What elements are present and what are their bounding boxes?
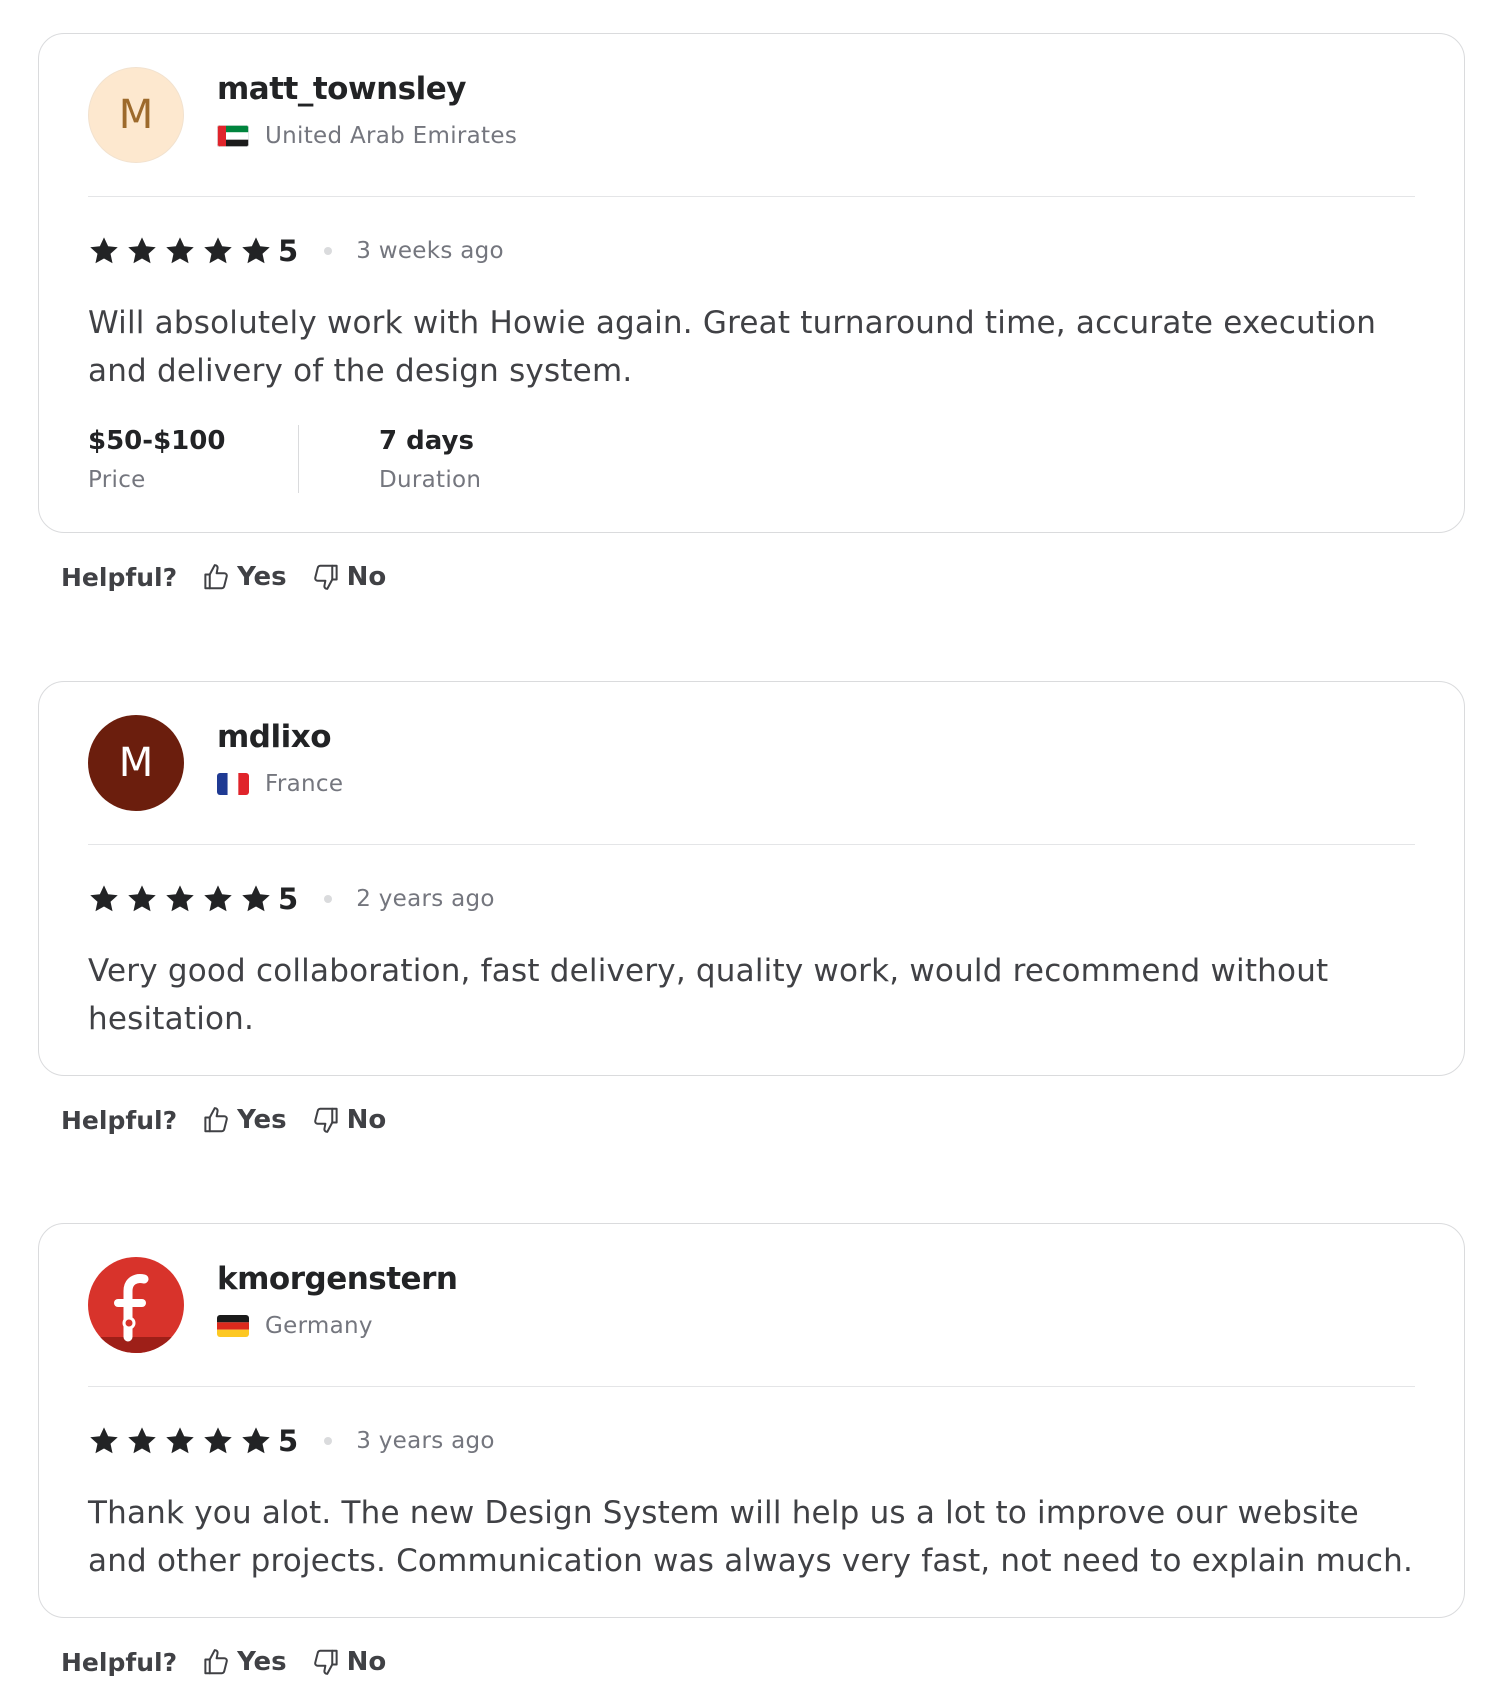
username[interactable]: kmorgenstern	[217, 1260, 458, 1298]
country-row: Germany	[217, 1313, 457, 1339]
star-icon	[128, 885, 156, 912]
rating-row: 5 3 weeks ago	[88, 231, 1415, 271]
yes-label: Yes	[237, 1647, 287, 1677]
star-icon	[166, 885, 194, 912]
helpful-no-button[interactable]: No	[311, 1647, 387, 1677]
helpful-label: Helpful?	[61, 1647, 178, 1677]
separator-dot	[324, 1437, 333, 1445]
country-name: France	[265, 771, 344, 797]
country-row: France	[217, 771, 343, 797]
thumbs-up-icon	[204, 564, 228, 590]
helpful-yes-button[interactable]: Yes	[201, 1105, 287, 1135]
star-icon	[204, 237, 232, 264]
review-time: 2 years ago	[356, 886, 495, 912]
no-label: No	[346, 562, 387, 592]
star-icon	[166, 237, 194, 264]
review-meta: $50-$100 Price 7 days Duration	[88, 425, 1415, 531]
helpful-no-button[interactable]: No	[311, 562, 387, 592]
helpful-row: Helpful? Yes No	[61, 1642, 1465, 1682]
avatar[interactable]	[88, 1257, 184, 1353]
helpful-yes-button[interactable]: Yes	[201, 562, 287, 592]
star-icon	[242, 237, 270, 264]
star-icon	[204, 885, 232, 912]
star-icon	[242, 885, 270, 912]
helpful-no-button[interactable]: No	[311, 1105, 387, 1135]
review-time: 3 weeks ago	[356, 238, 504, 264]
star-icon	[128, 1427, 156, 1454]
country-row: United Arab Emirates	[217, 123, 517, 149]
review-header: M matt_townsley United Arab Emirates	[88, 34, 1415, 197]
yes-label: Yes	[237, 562, 287, 592]
avatar-letter: M	[118, 740, 154, 786]
star-rating	[88, 235, 278, 267]
rating-row: 5 3 years ago	[88, 1421, 1415, 1461]
helpful-label: Helpful?	[61, 562, 178, 592]
thumbs-down-icon	[313, 564, 338, 590]
review-header: kmorgenstern Germany	[88, 1224, 1415, 1387]
country-name: United Arab Emirates	[265, 123, 518, 149]
yes-label: Yes	[237, 1105, 287, 1135]
thumbs-up-icon	[204, 1649, 228, 1675]
review-item: kmorgenstern Germany 5 3 years ago Thank…	[38, 1223, 1465, 1682]
avatar[interactable]: M	[88, 715, 184, 811]
review-item: M mdlixo France 5 2 years ago Very good …	[38, 681, 1465, 1140]
user-info: matt_townsley United Arab Emirates	[217, 67, 517, 149]
review-text: Thank you alot. The new Design System wi…	[88, 1495, 1413, 1579]
review-time: 3 years ago	[356, 1428, 495, 1454]
star-icon	[90, 1427, 118, 1454]
star-icon	[166, 1427, 194, 1454]
france-flag-icon	[217, 773, 249, 795]
helpful-row: Helpful? Yes No	[61, 1100, 1465, 1140]
star-icon	[242, 1427, 270, 1454]
separator-dot	[324, 895, 333, 903]
user-info: kmorgenstern Germany	[217, 1257, 458, 1339]
review-card: M matt_townsley United Arab Emirates 5 3…	[38, 33, 1465, 533]
thumbs-down-icon	[313, 1649, 338, 1675]
avatar[interactable]: M	[88, 67, 184, 163]
star-icon	[90, 237, 118, 264]
price-value: $50-$100	[88, 426, 226, 456]
thumbs-up-icon	[204, 1107, 228, 1133]
no-label: No	[346, 1105, 387, 1135]
helpful-row: Helpful? Yes No	[61, 557, 1465, 597]
user-info: mdlixo France	[217, 715, 343, 797]
review-card: M mdlixo France 5 2 years ago Very good …	[38, 681, 1465, 1076]
star-rating	[88, 883, 278, 915]
helpful-yes-button[interactable]: Yes	[201, 1647, 287, 1677]
star-rating	[88, 1425, 278, 1457]
uae-flag-icon	[217, 125, 249, 147]
duration-info: 7 days Duration	[299, 425, 481, 493]
review-text: Will absolutely work with Howie again. G…	[88, 305, 1377, 389]
rating-score: 5	[278, 1424, 299, 1458]
price-info: $50-$100 Price	[88, 425, 299, 493]
rating-row: 5 2 years ago	[88, 879, 1415, 919]
avatar-letter: M	[118, 92, 154, 138]
review-item: M matt_townsley United Arab Emirates 5 3…	[38, 33, 1465, 597]
price-label: Price	[88, 467, 146, 493]
star-icon	[128, 237, 156, 264]
brand-logo-icon	[88, 1274, 184, 1353]
country-name: Germany	[265, 1313, 373, 1339]
separator-dot	[324, 247, 333, 255]
rating-score: 5	[278, 882, 299, 916]
helpful-label: Helpful?	[61, 1105, 178, 1135]
duration-label: Duration	[379, 467, 482, 493]
username[interactable]: mdlixo	[217, 718, 343, 756]
review-card: kmorgenstern Germany 5 3 years ago Thank…	[38, 1223, 1465, 1618]
germany-flag-icon	[217, 1315, 249, 1337]
rating-score: 5	[278, 234, 299, 268]
thumbs-down-icon	[313, 1107, 338, 1133]
star-icon	[90, 885, 118, 912]
review-text: Very good collaboration, fast delivery, …	[88, 953, 1329, 1037]
star-icon	[204, 1427, 232, 1454]
no-label: No	[346, 1647, 387, 1677]
duration-value: 7 days	[379, 426, 474, 456]
username[interactable]: matt_townsley	[217, 70, 517, 108]
review-header: M mdlixo France	[88, 682, 1415, 845]
